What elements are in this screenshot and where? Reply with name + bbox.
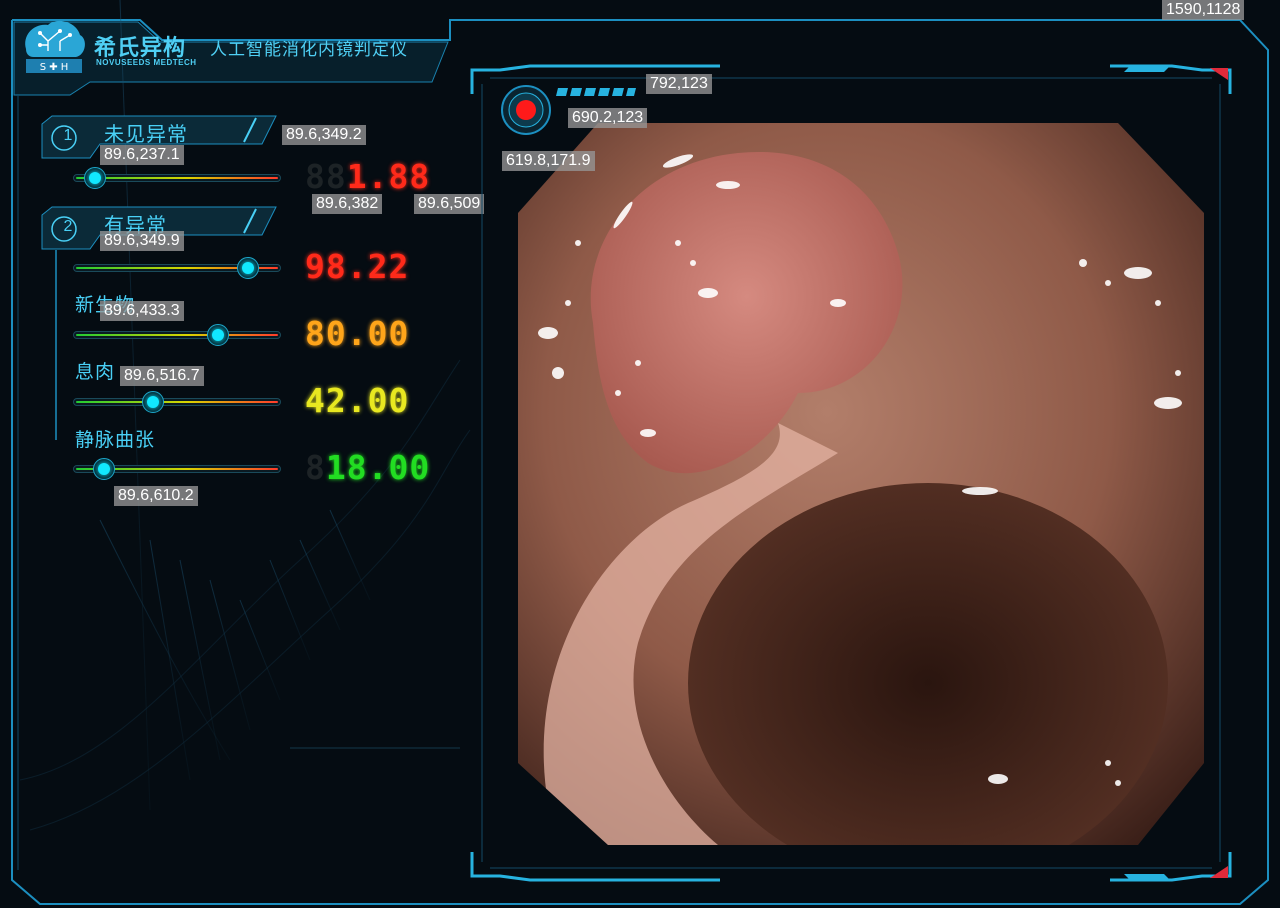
abnormal-score-readout: 98.22 — [305, 248, 409, 286]
slider-knob[interactable] — [141, 391, 164, 413]
app-title: 人工智能消化内镜判定仪 — [210, 40, 408, 60]
varix-slider[interactable] — [73, 454, 281, 484]
section-number: 2 — [63, 218, 73, 235]
slider-knob[interactable] — [84, 167, 107, 189]
coord-tag: 89.6,516.7 — [120, 366, 204, 386]
corner-coordinate: 1590,1128 — [1162, 0, 1245, 20]
signal-bars-icon — [556, 88, 636, 96]
coord-tag: 89.6,349.2 — [282, 125, 366, 145]
score-value: 80.00 — [305, 314, 410, 353]
neoplasm-slider[interactable] — [73, 320, 281, 350]
section-number: 1 — [63, 127, 73, 144]
varix-score-readout: 818.00 — [305, 448, 431, 487]
coord-tag: 792,123 — [646, 74, 712, 94]
slider-knob[interactable] — [93, 458, 116, 480]
neoplasm-score-readout: 80.00 — [305, 315, 409, 353]
coord-tag: 619.8,171.9 — [502, 151, 595, 171]
section-label-normal: 未见异常 — [104, 122, 188, 146]
abnormal-probability-slider[interactable] — [73, 253, 281, 283]
label-varix: 静脉曲张 — [75, 429, 156, 451]
polyp-slider[interactable] — [73, 387, 281, 417]
coord-tag: 690.2,123 — [568, 108, 648, 128]
coord-tag: 89.6,237.1 — [100, 145, 184, 165]
polyp-score-readout: 42.00 — [305, 382, 409, 420]
coord-tag: 89.6,349.9 — [100, 231, 184, 251]
slider-knob[interactable] — [236, 257, 259, 279]
svg-text:S ✚ H: S ✚ H — [40, 62, 69, 73]
normal-probability-slider[interactable] — [73, 163, 281, 193]
score-value: 18.00 — [325, 448, 431, 487]
slider-knob[interactable] — [206, 324, 229, 346]
score-value: 1.88 — [346, 157, 431, 196]
score-value: 42.00 — [305, 381, 410, 420]
normal-score-readout: 881.88 — [305, 157, 431, 196]
brand-subtitle: NOVUSEEDS MEDTECH — [96, 58, 197, 67]
label-polyp: 息肉 — [75, 361, 116, 383]
brain-circuit-logo-icon: S ✚ H — [25, 20, 85, 73]
score-value: 98.22 — [305, 247, 410, 286]
coord-tag: 89.6,610.2 — [114, 486, 198, 506]
record-icon[interactable] — [500, 84, 552, 136]
endoscope-image — [518, 123, 1204, 845]
coord-tag: 89.6,433.3 — [100, 301, 184, 321]
coord-tag: 89.6,382 — [312, 194, 383, 214]
